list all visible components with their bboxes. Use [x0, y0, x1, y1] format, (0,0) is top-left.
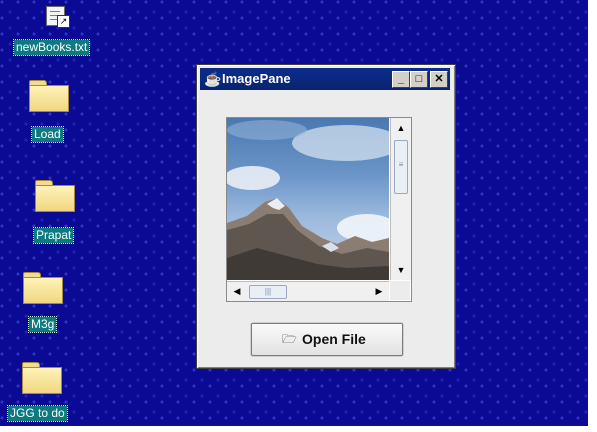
arrow-down-icon[interactable]: ▼ — [393, 262, 409, 278]
imagepane-window: ☕ ImagePane _ □ ✕ ▲ ≡ ▼ ◀ ||| ▶ 🗁 Open F… — [196, 64, 456, 369]
desktop-icon-load[interactable]: Load — [20, 80, 80, 146]
arrow-left-icon[interactable]: ◀ — [229, 283, 245, 299]
folder-icon — [29, 80, 69, 112]
arrow-up-icon[interactable]: ▲ — [393, 120, 409, 136]
horizontal-scrollbar[interactable]: ◀ ||| ▶ — [227, 281, 389, 301]
close-icon: ✕ — [434, 73, 444, 85]
folder-icon — [22, 362, 62, 394]
open-file-label: Open File — [302, 331, 366, 347]
mountain-landscape-image — [227, 118, 389, 280]
maximize-icon: □ — [415, 73, 423, 85]
open-file-button[interactable]: 🗁 Open File — [251, 323, 403, 356]
desktop-icon-label: newBooks.txt — [12, 39, 91, 56]
folder-open-icon: 🗁 — [282, 332, 297, 346]
window-title: ImagePane — [222, 71, 291, 86]
folder-icon — [35, 180, 75, 212]
screenshot-frame-bottom — [0, 426, 597, 432]
text-file-shortcut-icon: ↗ — [42, 4, 70, 28]
window-titlebar[interactable]: ☕ ImagePane _ □ ✕ — [200, 68, 450, 90]
close-button[interactable]: ✕ — [430, 71, 448, 88]
folder-icon — [23, 272, 63, 304]
horizontal-scroll-thumb[interactable]: ||| — [249, 285, 287, 299]
desktop-icon-label: M3g — [27, 316, 58, 333]
landscape-illustration — [227, 120, 389, 280]
maximize-button[interactable]: □ — [410, 71, 428, 88]
vertical-scroll-thumb[interactable]: ≡ — [394, 140, 408, 194]
desktop-icon-prapat[interactable]: Prapat — [20, 180, 90, 246]
desktop-icon-newbooks[interactable]: ↗ newBooks.txt — [12, 4, 112, 60]
image-scroll-pane[interactable]: ▲ ≡ ▼ ◀ ||| ▶ — [226, 117, 412, 302]
arrow-right-icon[interactable]: ▶ — [371, 283, 387, 299]
screenshot-frame-right — [588, 0, 597, 432]
desktop-icon-label: JGG to do — [7, 405, 68, 422]
desktop-icon-m3g[interactable]: M3g — [20, 268, 80, 338]
minimize-icon: _ — [397, 73, 405, 85]
java-cup-icon: ☕ — [204, 71, 222, 87]
desktop-icon-jgg-to-do[interactable]: JGG to do — [6, 362, 86, 426]
vertical-scrollbar[interactable]: ▲ ≡ ▼ — [390, 118, 411, 280]
minimize-button[interactable]: _ — [392, 71, 410, 88]
scroll-corner — [390, 281, 410, 300]
desktop-icon-label: Load — [31, 126, 64, 143]
desktop-icon-label: Prapat — [32, 227, 75, 244]
